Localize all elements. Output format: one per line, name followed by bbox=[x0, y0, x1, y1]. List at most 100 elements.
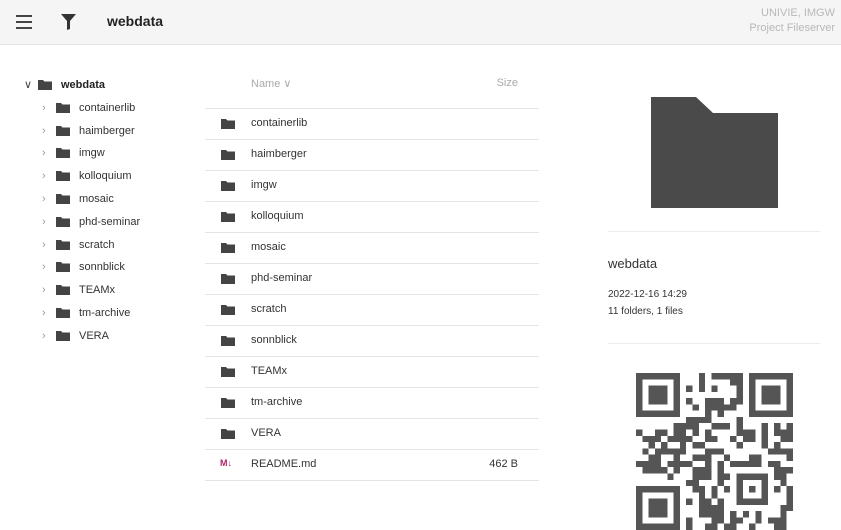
tree-item[interactable]: › VERA bbox=[24, 325, 194, 348]
folder-icon bbox=[56, 193, 70, 204]
folder-icon bbox=[56, 262, 70, 273]
tree-item-label: haimberger bbox=[79, 124, 135, 137]
item-name: TEAMx bbox=[251, 365, 288, 377]
chevron-right-icon[interactable]: › bbox=[42, 211, 46, 234]
folder-icon bbox=[221, 367, 235, 377]
folder-icon bbox=[221, 274, 235, 284]
item-name: mosaic bbox=[251, 241, 286, 253]
item-size: 462 B bbox=[489, 458, 518, 470]
list-item[interactable]: containerlib bbox=[205, 109, 539, 140]
folder-icon bbox=[56, 330, 70, 341]
tree-item[interactable]: › TEAMx bbox=[24, 279, 194, 302]
item-name: tm-archive bbox=[251, 396, 303, 408]
tree-item-label: VERA bbox=[79, 329, 109, 342]
divider bbox=[608, 231, 820, 232]
item-name: phd-seminar bbox=[251, 272, 313, 284]
folder-icon bbox=[56, 307, 70, 318]
list-item[interactable]: scratch bbox=[205, 295, 539, 326]
list-item[interactable]: M↓ README.md 462 B bbox=[205, 450, 539, 481]
tree-item-root[interactable]: ∨ webdata bbox=[24, 74, 194, 97]
folder-icon bbox=[221, 336, 235, 346]
list-item[interactable]: imgw bbox=[205, 171, 539, 202]
chevron-down-icon[interactable]: ∨ bbox=[24, 74, 32, 97]
folder-icon bbox=[221, 119, 235, 129]
list-item[interactable]: sonnblick bbox=[205, 326, 539, 357]
tree-item[interactable]: › kolloquium bbox=[24, 165, 194, 188]
folder-icon bbox=[38, 80, 52, 90]
folder-icon bbox=[56, 171, 70, 182]
list-item[interactable]: VERA bbox=[205, 419, 539, 450]
item-name: README.md bbox=[251, 458, 317, 470]
menu-icon[interactable] bbox=[16, 15, 32, 29]
filter-icon[interactable] bbox=[61, 14, 76, 30]
item-name: scratch bbox=[251, 303, 287, 315]
tree-item-label: phd-seminar bbox=[79, 215, 141, 228]
tree-item-label: tm-archive bbox=[79, 306, 131, 319]
chevron-right-icon[interactable]: › bbox=[42, 256, 46, 279]
chevron-right-icon[interactable]: › bbox=[42, 279, 46, 302]
list-item[interactable]: mosaic bbox=[205, 233, 539, 264]
list-item[interactable]: phd-seminar bbox=[205, 264, 539, 295]
tree-item-label: webdata bbox=[61, 79, 106, 91]
chevron-right-icon[interactable]: › bbox=[42, 234, 46, 257]
item-name: sonnblick bbox=[251, 334, 297, 346]
folder-icon bbox=[56, 125, 70, 136]
markdown-icon: M↓ bbox=[220, 458, 232, 468]
chevron-right-icon[interactable]: › bbox=[42, 325, 46, 348]
item-name: containerlib bbox=[251, 117, 308, 129]
folder-icon bbox=[221, 243, 235, 253]
folder-icon bbox=[221, 429, 235, 439]
list-item[interactable]: tm-archive bbox=[205, 388, 539, 419]
file-list: Name ∨ Size containerlib haimberger imgw ko… bbox=[205, 70, 539, 481]
tree-item-label: sonnblick bbox=[79, 261, 125, 274]
details-counts: 11 folders, 1 files bbox=[608, 306, 683, 317]
chevron-right-icon[interactable]: › bbox=[42, 302, 46, 325]
tree-item[interactable]: › phd-seminar bbox=[24, 211, 194, 234]
qr-code-icon[interactable] bbox=[636, 373, 793, 530]
details-name: webdata bbox=[608, 256, 658, 271]
folder-tree: ∨ webdata › containerlib › haimberger › imgw › ko… bbox=[24, 74, 194, 348]
chevron-right-icon[interactable]: › bbox=[42, 165, 46, 188]
folder-icon bbox=[221, 181, 235, 191]
sort-by-name-header[interactable]: Name ∨ bbox=[251, 77, 291, 90]
item-name: kolloquium bbox=[251, 210, 304, 222]
chevron-right-icon[interactable]: › bbox=[42, 120, 46, 143]
chevron-right-icon[interactable]: › bbox=[42, 142, 46, 165]
brand-label: UNIVIE, IMGW Project Fileserver bbox=[749, 6, 835, 36]
list-header: Name ∨ Size bbox=[205, 70, 539, 109]
tree-item[interactable]: › haimberger bbox=[24, 120, 194, 143]
item-name: haimberger bbox=[251, 148, 307, 160]
chevron-right-icon[interactable]: › bbox=[42, 188, 46, 211]
item-name: imgw bbox=[251, 179, 277, 191]
tree-item[interactable]: › sonnblick bbox=[24, 256, 194, 279]
details-modified: 2022-12-16 14:29 bbox=[608, 289, 687, 300]
folder-icon bbox=[221, 305, 235, 315]
tree-item-label: containerlib bbox=[79, 101, 136, 114]
tree-item[interactable]: › tm-archive bbox=[24, 302, 194, 325]
folder-icon bbox=[56, 239, 70, 250]
tree-item-label: imgw bbox=[79, 147, 105, 160]
list-item[interactable]: TEAMx bbox=[205, 357, 539, 388]
tree-item[interactable]: › mosaic bbox=[24, 188, 194, 211]
list-item[interactable]: kolloquium bbox=[205, 202, 539, 233]
folder-icon bbox=[56, 148, 70, 159]
brand-line-1: UNIVIE, IMGW bbox=[761, 7, 835, 19]
folder-icon bbox=[221, 212, 235, 222]
tree-item-label: kolloquium bbox=[79, 170, 132, 183]
folder-icon bbox=[56, 216, 70, 227]
brand-line-2: Project Fileserver bbox=[749, 22, 835, 34]
list-item[interactable]: haimberger bbox=[205, 140, 539, 171]
tree-item[interactable]: › containerlib bbox=[24, 97, 194, 120]
top-bar: webdata UNIVIE, IMGW Project Fileserver bbox=[0, 0, 841, 45]
folder-preview-icon bbox=[651, 97, 778, 208]
item-name: VERA bbox=[251, 427, 281, 439]
folder-icon bbox=[221, 150, 235, 160]
sort-by-size-header[interactable]: Size bbox=[497, 77, 518, 89]
folder-icon bbox=[56, 102, 70, 113]
tree-item[interactable]: › imgw bbox=[24, 142, 194, 165]
chevron-right-icon[interactable]: › bbox=[42, 97, 46, 120]
tree-item-label: mosaic bbox=[79, 192, 114, 205]
folder-icon bbox=[221, 398, 235, 408]
tree-item[interactable]: › scratch bbox=[24, 234, 194, 257]
divider bbox=[608, 343, 820, 344]
